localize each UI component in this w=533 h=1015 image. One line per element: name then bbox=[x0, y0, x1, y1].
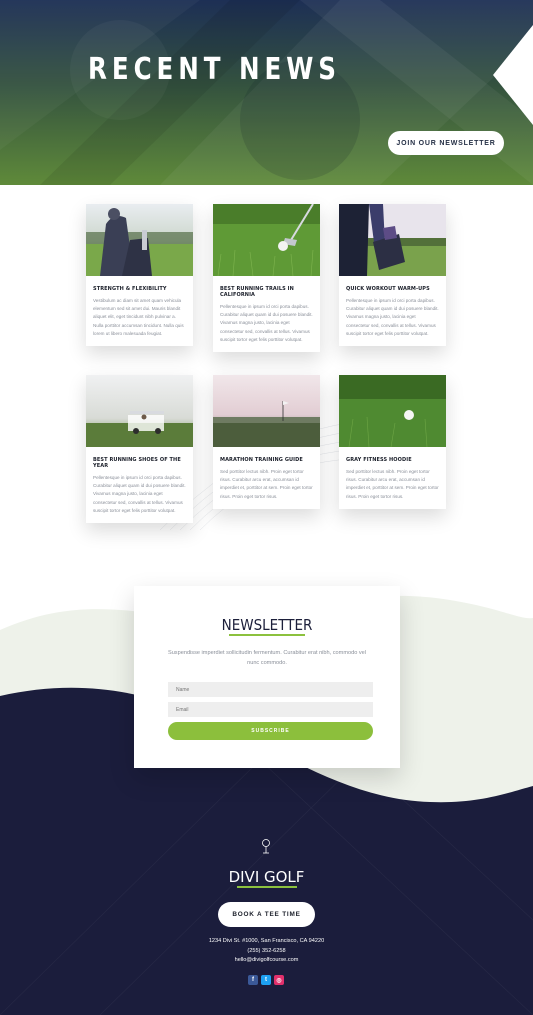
post-card[interactable]: GRAY FITNESS HOODIE Sed porttitor lectus… bbox=[339, 375, 446, 509]
footer-phone[interactable]: (255) 352-6258 bbox=[0, 948, 533, 954]
instagram-icon[interactable]: ◎ bbox=[274, 975, 284, 985]
post-image-golf-green[interactable] bbox=[213, 375, 320, 447]
post-card[interactable]: STRENGTH & FLEXIBILITY Vestibulum ac dia… bbox=[86, 204, 193, 347]
hero-background-image bbox=[0, 0, 533, 185]
post-title[interactable]: MARATHON TRAINING GUIDE bbox=[220, 457, 313, 463]
post-card[interactable]: MARATHON TRAINING GUIDE Sed porttitor le… bbox=[213, 375, 320, 509]
post-excerpt: Pellentesque in ipsum id orci porta dapi… bbox=[93, 475, 186, 513]
newsletter-form: NEWSLETTER Suspendisse imperdiet sollici… bbox=[134, 586, 400, 768]
post-image-golfer-bag[interactable] bbox=[339, 204, 446, 276]
newsletter-description: Suspendisse imperdiet sollicitudin ferme… bbox=[167, 650, 367, 666]
twitter-icon[interactable]: t bbox=[261, 975, 271, 985]
name-field[interactable] bbox=[168, 682, 373, 697]
post-excerpt: Pellentesque in ipsum id orci porta dapi… bbox=[220, 304, 313, 342]
hero-corner-shape bbox=[493, 25, 533, 125]
footer-brand-underline bbox=[237, 886, 297, 888]
post-excerpt: Sed porttitor lectus nibh. Proin eget to… bbox=[346, 469, 439, 499]
join-newsletter-button[interactable]: JOIN OUR NEWSLETTER bbox=[388, 131, 504, 155]
newsletter-title-underline bbox=[229, 634, 305, 636]
post-title[interactable]: STRENGTH & FLEXIBILITY bbox=[93, 286, 186, 292]
post-excerpt: Sed porttitor lectus nibh. Proin eget to… bbox=[220, 469, 313, 499]
post-excerpt: Pellentesque in ipsum id orci porta dapi… bbox=[346, 298, 439, 336]
page-title: RECENT NEWS bbox=[88, 52, 341, 87]
footer-address: 1234 Divi St. #1000, San Francisco, CA 9… bbox=[208, 938, 325, 944]
post-image-golf-ball-grass[interactable] bbox=[339, 375, 446, 447]
post-image-golf-cart[interactable] bbox=[86, 375, 193, 447]
post-image-golf-bag[interactable] bbox=[86, 204, 193, 276]
facebook-icon[interactable]: f bbox=[248, 975, 258, 985]
book-tee-time-button[interactable]: BOOK A TEE TIME bbox=[218, 902, 315, 927]
post-card[interactable]: BEST RUNNING TRAILS IN CALIFORNIA Pellen… bbox=[213, 204, 320, 353]
post-title[interactable]: BEST RUNNING SHOES OF THE YEAR bbox=[93, 457, 186, 469]
post-card[interactable]: BEST RUNNING SHOES OF THE YEAR Pellentes… bbox=[86, 375, 193, 524]
subscribe-button[interactable]: SUBSCRIBE bbox=[168, 722, 373, 740]
hero-section: RECENT NEWS JOIN OUR NEWSLETTER bbox=[0, 0, 533, 185]
post-excerpt: Vestibulum ac diam sit amet quam vehicul… bbox=[93, 298, 184, 336]
post-card[interactable]: QUICK WORKOUT WARM-UPS Pellentesque in i… bbox=[339, 204, 446, 347]
footer-brand[interactable]: DIVI GOLF bbox=[0, 868, 533, 886]
post-title[interactable]: BEST RUNNING TRAILS IN CALIFORNIA bbox=[220, 286, 313, 298]
golf-pin-icon bbox=[262, 839, 270, 854]
post-image-golf-ball-club[interactable] bbox=[213, 204, 320, 276]
post-title[interactable]: GRAY FITNESS HOODIE bbox=[346, 457, 439, 463]
email-field[interactable] bbox=[168, 702, 373, 717]
newsletter-title: NEWSLETTER bbox=[221, 616, 313, 634]
footer-email[interactable]: hello@divigolfcourse.com bbox=[0, 957, 533, 963]
post-title[interactable]: QUICK WORKOUT WARM-UPS bbox=[346, 286, 439, 292]
